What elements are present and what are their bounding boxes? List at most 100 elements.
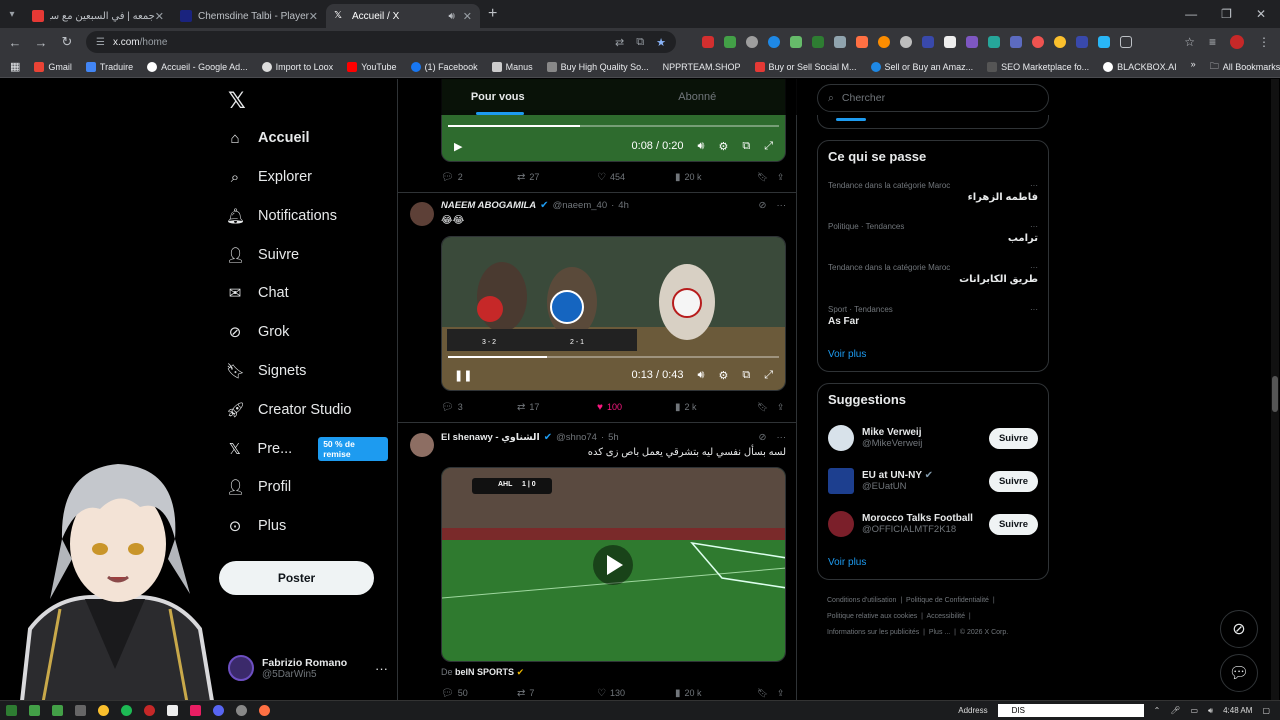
tweet-video[interactable]: AHL 1 | 0	[441, 467, 786, 662]
all-bookmarks[interactable]: 🗀 All Bookmarks	[1210, 59, 1280, 75]
extension-icon[interactable]	[1010, 36, 1022, 48]
extension-icon[interactable]	[1076, 36, 1088, 48]
bookmark-seo[interactable]: SEO Marketplace fo...	[987, 61, 1089, 72]
whatsapp-icon[interactable]	[29, 705, 40, 716]
tab-for-you[interactable]: Pour vous	[398, 79, 598, 115]
star-icon[interactable]: ★	[656, 36, 666, 49]
chrome-icon[interactable]	[98, 705, 109, 716]
follow-button[interactable]: Suivre	[988, 470, 1038, 492]
views-button[interactable]: ▮ 20 k	[675, 688, 757, 699]
nav-bookmarks[interactable]: 🔖︎ Signets	[226, 357, 306, 385]
close-icon[interactable]: ✕	[155, 10, 164, 23]
grok-float-button[interactable]: ⊘	[1220, 610, 1258, 648]
like-button[interactable]: ♡ 130	[597, 688, 675, 699]
bookmark-buy-sell-social[interactable]: Buy or Sell Social M...	[754, 61, 857, 72]
fullscreen-icon[interactable]: ⤢	[764, 369, 773, 382]
video-progress[interactable]	[448, 125, 779, 127]
minimize-icon[interactable]: —	[1185, 7, 1197, 21]
reply-button[interactable]: 💬︎ 50	[441, 688, 517, 699]
extension-icon[interactable]	[1032, 36, 1044, 48]
nav-follow[interactable]: 👤︎ Suivre	[226, 241, 299, 269]
extension-icon[interactable]	[790, 36, 802, 48]
reply-button[interactable]: 💬︎ 3	[441, 402, 517, 413]
more-dots-icon[interactable]: ···	[777, 432, 787, 443]
video-progress[interactable]	[448, 356, 779, 358]
footer-link[interactable]: Politique de Confidentialité	[906, 597, 989, 604]
author-name[interactable]: NAEEM ABOGAMILA	[441, 200, 536, 211]
mic-icon[interactable]: 🎤︎	[1170, 706, 1180, 715]
nav-notifications[interactable]: 🔔︎ Notifications	[226, 202, 337, 230]
tab-2[interactable]: Chemsdine Talbi - Player profile ✕	[172, 4, 326, 28]
trend-item[interactable]: Tendance dans la catégorie Maroc ··· طريق…	[828, 263, 1038, 285]
reply-button[interactable]: 💬︎ 2	[441, 172, 517, 183]
share-icon[interactable]: ⇪	[777, 172, 785, 183]
close-icon[interactable]: ✕	[309, 10, 318, 23]
extension-icon[interactable]	[856, 36, 868, 48]
source-name[interactable]: beIN SPORTS	[455, 667, 514, 677]
tweet-time[interactable]: 4h	[618, 200, 629, 211]
bookmark-icon[interactable]: 🔖︎	[757, 688, 777, 699]
suggestion-item[interactable]: Morocco Talks Football @OFFICIALMTF2K18 S…	[828, 508, 1038, 540]
back-icon[interactable]: ←	[8, 35, 22, 50]
sidebar-icon[interactable]: ≡	[1209, 35, 1216, 49]
avatar[interactable]	[410, 202, 434, 226]
repost-button[interactable]: ⇄ 27	[517, 172, 597, 183]
avatar[interactable]	[410, 433, 434, 457]
bookmark-blackbox[interactable]: BLACKBOX.AI	[1103, 61, 1177, 72]
extension-icon[interactable]	[966, 36, 978, 48]
notifications-icon[interactable]: ▢	[1262, 706, 1270, 715]
share-icon[interactable]: ⇪	[777, 688, 785, 699]
pip-icon[interactable]: ⧉	[742, 369, 750, 382]
extension-icon[interactable]	[1054, 36, 1066, 48]
author-handle[interactable]: @naeem_40	[553, 200, 608, 211]
volume-icon[interactable]: 🔊︎	[698, 140, 705, 153]
more-dots-icon[interactable]: ···	[777, 200, 787, 211]
search-input[interactable]: ⌕ Chercher	[817, 84, 1049, 112]
footer-link[interactable]: Accessibilité	[927, 613, 966, 620]
site-info-icon[interactable]: ☰	[96, 37, 105, 48]
bookmark-traduire[interactable]: Traduire	[85, 61, 133, 72]
nav-chat[interactable]: ✉ Chat	[226, 279, 289, 307]
nav-home[interactable]: ⌂ Accueil	[226, 124, 309, 152]
tweet-video[interactable]: 3 - 2 2 - 1 ❚❚ 0:13 / 0:43 🔊︎ ⚙ ⧉ ⤢	[441, 236, 786, 391]
more-dots-icon[interactable]: ···	[1030, 222, 1038, 231]
volume-icon[interactable]: 🔊︎	[698, 369, 705, 382]
extension-icon[interactable]	[724, 36, 736, 48]
translate-icon[interactable]: ⇄	[615, 36, 624, 49]
bookmark-amazon[interactable]: Sell or Buy an Amaz...	[870, 61, 973, 72]
tab-3[interactable]: 𝕏 Accueil / X 🔊︎ ✕	[326, 4, 480, 28]
app-icon[interactable]	[75, 705, 86, 716]
author-name[interactable]: El shenawy - الشناوي	[441, 432, 540, 443]
pause-icon[interactable]: ❚❚	[454, 369, 472, 382]
bookmark-youtube[interactable]: YouTube	[347, 61, 397, 72]
more-dots-icon[interactable]: ···	[375, 661, 388, 676]
settings-icon[interactable]: ⚙	[718, 140, 728, 153]
bookmark-npprteam[interactable]: NPPRTEAM.SHOP	[663, 62, 741, 72]
tweet-time[interactable]: 5h	[608, 432, 619, 443]
more-dots-icon[interactable]: ···	[1030, 305, 1038, 314]
footer-link[interactable]: Informations sur les publicités	[827, 629, 919, 636]
grok-icon[interactable]: ⊘	[759, 432, 767, 443]
more-dots-icon[interactable]: ···	[1030, 263, 1038, 272]
grok-icon[interactable]: ⊘	[759, 200, 767, 211]
extension-icon[interactable]	[944, 36, 956, 48]
opera-icon[interactable]	[144, 705, 155, 716]
views-button[interactable]: ▮ 20 k	[675, 172, 757, 183]
pip-icon[interactable]: ⧉	[742, 140, 750, 153]
notepad-icon[interactable]	[167, 705, 178, 716]
bookmark-manus[interactable]: Manus	[491, 61, 533, 72]
trend-item[interactable]: Sport · Tendances ··· As Far	[828, 305, 1038, 327]
app-icon[interactable]	[190, 705, 201, 716]
messages-float-button[interactable]: 💬︎	[1220, 654, 1258, 692]
nav-explore[interactable]: ⌕ Explorer	[226, 163, 312, 191]
nav-profile[interactable]: 👤︎ Profil	[226, 473, 291, 501]
clock[interactable]: 4:48 AM	[1223, 706, 1252, 715]
suggestion-item[interactable]: EU at UN-NY ✔ @EUatUN Suivre	[828, 465, 1038, 497]
bookmark-icon[interactable]: 🔖︎	[757, 172, 777, 183]
tab-1[interactable]: جمعه | في السبعين مع سين جيم ... ✕	[24, 4, 172, 28]
bookmark-buy-high[interactable]: Buy High Quality So...	[546, 61, 649, 72]
menu-dots-icon[interactable]: ⋮	[1258, 35, 1270, 49]
trend-item[interactable]: Tendance dans la catégorie Maroc ··· فاطم…	[828, 181, 1038, 203]
nav-grok[interactable]: ⊘ Grok	[226, 318, 290, 346]
extension-icon[interactable]	[702, 36, 714, 48]
